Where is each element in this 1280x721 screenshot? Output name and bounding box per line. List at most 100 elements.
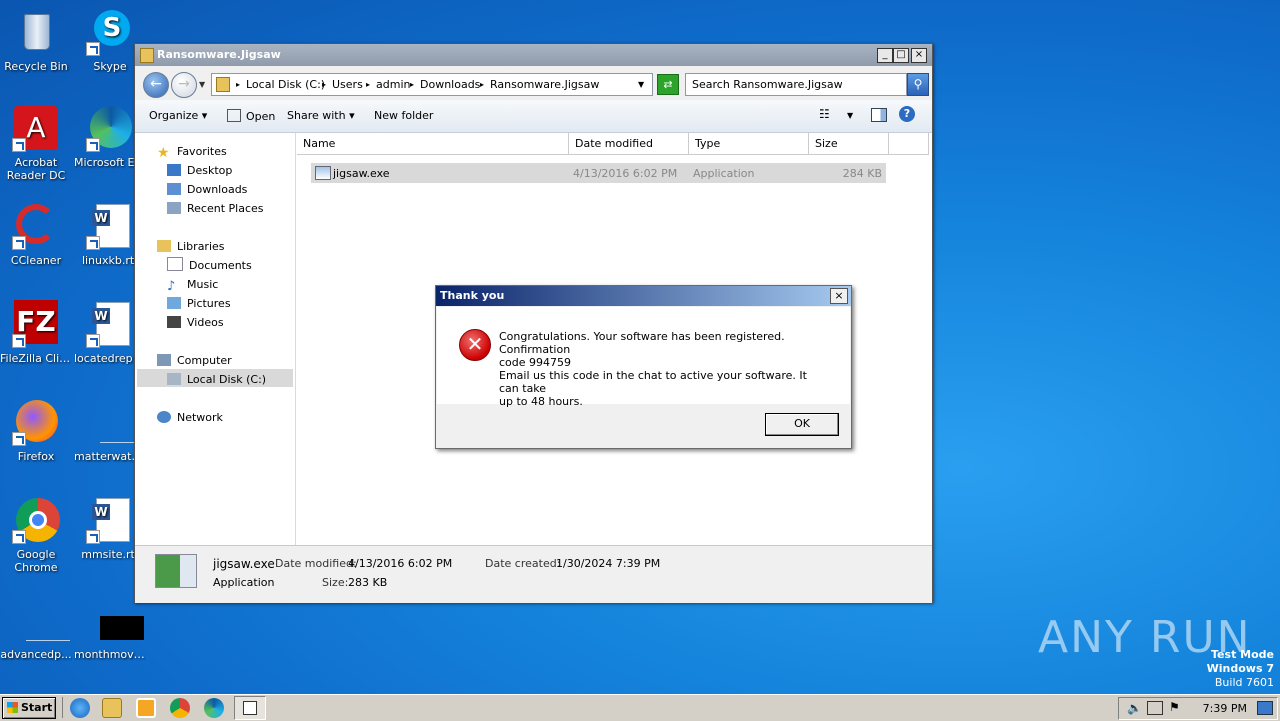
breadcrumb-admin[interactable]: admin xyxy=(376,78,410,91)
column-header-size[interactable]: Size xyxy=(809,133,889,155)
back-button[interactable]: ← xyxy=(143,72,169,98)
column-header-name[interactable]: Name xyxy=(297,133,569,155)
computer-icon xyxy=(157,354,171,366)
details-modified-label: Date modified: xyxy=(275,557,357,570)
dialog-title: Thank you xyxy=(440,289,505,302)
firefox-icon xyxy=(12,398,60,446)
details-size: 283 KB xyxy=(348,576,388,589)
file-name: jigsaw.exe xyxy=(333,167,390,180)
nav-music[interactable]: ♪ Music xyxy=(167,276,218,294)
nav-recent-places[interactable]: Recent Places xyxy=(167,200,264,218)
desktop-icon-monthmovin[interactable]: monthmovin... xyxy=(74,596,146,661)
details-modified: 4/13/2016 6:02 PM xyxy=(348,557,453,570)
column-header-date[interactable]: Date modified xyxy=(569,133,689,155)
desktop-icon-ccleaner[interactable]: CCleaner xyxy=(0,202,72,267)
edge-taskbar-icon[interactable] xyxy=(204,698,224,718)
black-file-icon xyxy=(86,596,144,644)
breadcrumb-downloads[interactable]: Downloads xyxy=(420,78,480,91)
breadcrumb-users[interactable]: Users xyxy=(332,78,363,91)
nav-pictures[interactable]: Pictures xyxy=(167,295,231,313)
address-bar-area: ← → ▼ ▸ Local Disk (C:) ▸ Users ▸ admin … xyxy=(135,66,932,100)
clock[interactable]: 7:39 PM xyxy=(1203,702,1247,715)
application-icon xyxy=(315,166,331,180)
word-document-icon: W xyxy=(86,202,134,250)
thank-you-dialog: Thank you × ✕ Congratulations. Your soft… xyxy=(435,285,852,449)
nav-documents[interactable]: Documents xyxy=(167,257,252,275)
address-dropdown-icon[interactable]: ▼ xyxy=(638,80,644,89)
column-header-type[interactable]: Type xyxy=(689,133,809,155)
file-size: 284 KB xyxy=(842,167,882,180)
network-tray-icon[interactable] xyxy=(1147,701,1163,715)
desktop-icon-recycle-bin[interactable]: Recycle Bin xyxy=(0,8,72,73)
word-document-icon: W xyxy=(86,300,134,348)
preview-pane-icon[interactable] xyxy=(871,108,887,122)
forward-button[interactable]: → xyxy=(171,72,197,98)
close-button[interactable]: × xyxy=(911,48,927,63)
views-icon[interactable]: ☷ xyxy=(819,107,830,121)
search-input[interactable]: Search Ransomware.Jigsaw xyxy=(685,73,907,96)
media-player-icon[interactable] xyxy=(136,698,156,718)
windows-logo-icon xyxy=(7,702,18,713)
ccleaner-icon xyxy=(12,202,60,250)
explorer-title: Ransomware.Jigsaw xyxy=(157,48,281,61)
new-folder-button[interactable]: New folder xyxy=(374,109,433,122)
desktop-icon-advancedp[interactable]: advancedp... xyxy=(0,596,72,661)
views-dropdown-icon[interactable]: ▼ xyxy=(847,111,853,120)
table-row[interactable]: jigsaw.exe 4/13/2016 6:02 PM Application… xyxy=(311,163,886,183)
taskbar-dialog-button[interactable] xyxy=(234,696,266,720)
nav-desktop[interactable]: Desktop xyxy=(167,162,232,180)
recent-pages-chevron-icon[interactable]: ▼ xyxy=(199,80,205,89)
libraries-icon xyxy=(157,240,171,252)
explorer-titlebar[interactable]: Ransomware.Jigsaw _ □ × xyxy=(135,44,932,66)
dialog-titlebar[interactable]: Thank you × xyxy=(436,286,851,306)
test-mode-watermark: Test Mode Windows 7 Build 7601 xyxy=(1206,648,1274,689)
edge-icon xyxy=(86,104,134,152)
address-box[interactable]: ▸ Local Disk (C:) ▸ Users ▸ admin ▸ Down… xyxy=(211,73,653,96)
disk-icon xyxy=(167,373,181,385)
minimize-button[interactable]: _ xyxy=(877,48,893,63)
nav-computer[interactable]: Computer xyxy=(157,352,232,370)
help-icon[interactable]: ? xyxy=(899,106,915,122)
breadcrumb-ransomware-jigsaw[interactable]: Ransomware.Jigsaw xyxy=(490,78,599,91)
organize-button[interactable]: Organize ▾ xyxy=(149,109,207,122)
desktop-icon-firefox[interactable]: Firefox xyxy=(0,398,72,463)
ok-button[interactable]: OK xyxy=(765,413,839,436)
music-icon: ♪ xyxy=(167,279,176,294)
desktop-icon-chrome[interactable]: Google Chrome xyxy=(0,496,72,574)
downloads-icon xyxy=(167,183,181,195)
nav-videos[interactable]: Videos xyxy=(167,314,224,332)
maximize-button[interactable]: □ xyxy=(893,48,909,63)
action-center-flag-icon[interactable]: ⚑ xyxy=(1169,700,1180,714)
skype-icon: S xyxy=(86,8,134,56)
nav-downloads[interactable]: Downloads xyxy=(167,181,247,199)
nav-libraries[interactable]: Libraries xyxy=(157,238,225,256)
show-desktop-icon[interactable] xyxy=(1257,701,1273,715)
word-document-icon: W xyxy=(86,496,134,544)
refresh-icon[interactable]: ⇄ xyxy=(657,74,679,95)
acrobat-icon: A xyxy=(12,104,60,152)
nav-local-disk[interactable]: Local Disk (C:) xyxy=(167,371,266,389)
share-with-button[interactable]: Share with ▾ xyxy=(287,109,355,122)
desktop-icon-filezilla[interactable]: FZ FileZilla Client xyxy=(0,300,72,365)
navigation-pane: ★ Favorites Desktop Downloads Recent Plac… xyxy=(135,133,296,545)
open-button[interactable]: Open xyxy=(227,109,275,123)
dialog-message: Congratulations. Your software has been … xyxy=(499,330,807,408)
blank-file-icon xyxy=(12,596,70,644)
file-date: 4/13/2016 6:02 PM xyxy=(573,167,678,180)
internet-explorer-icon[interactable] xyxy=(70,698,90,718)
nav-network[interactable]: Network xyxy=(157,409,223,427)
search-icon[interactable]: ⚲ xyxy=(907,73,929,96)
details-created: 1/30/2024 7:39 PM xyxy=(556,557,661,570)
command-bar: Organize ▾ Open Share with ▾ New folder … xyxy=(135,100,932,133)
open-icon xyxy=(227,109,241,122)
breadcrumb-local-disk[interactable]: Local Disk (C:) xyxy=(246,78,325,91)
dialog-close-button[interactable]: × xyxy=(830,288,848,304)
nav-favorites[interactable]: ★ Favorites xyxy=(157,143,227,161)
desktop-icon-acrobat[interactable]: A Acrobat Reader DC xyxy=(0,104,72,182)
chrome-taskbar-icon[interactable] xyxy=(170,698,190,718)
volume-icon[interactable]: 🔈 xyxy=(1127,701,1142,715)
explorer-taskbar-icon[interactable] xyxy=(102,698,122,718)
start-button[interactable]: Start xyxy=(2,697,56,719)
column-header-extra xyxy=(889,133,929,155)
star-icon: ★ xyxy=(157,145,170,161)
